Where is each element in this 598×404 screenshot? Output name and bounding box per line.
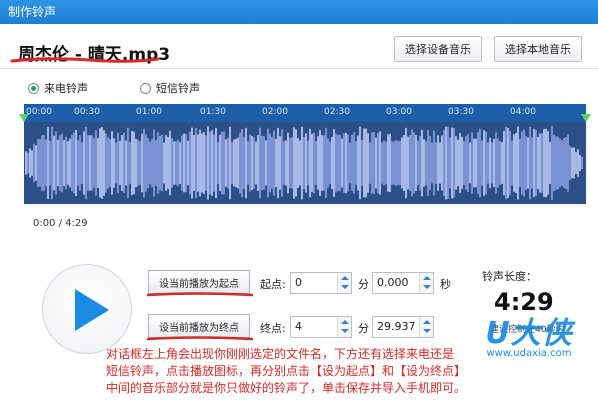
radio-call-label: 来电铃声 xyxy=(44,82,88,95)
tick-label: 04:00 xyxy=(510,107,536,117)
start-minutes-value: 0 xyxy=(295,276,302,289)
tick-label: 03:00 xyxy=(386,107,412,117)
annotation-line: 中间的音乐部分就是你只做好的铃声了，单击保存并导入手机即可。 xyxy=(106,381,467,395)
ringtone-length-label: 铃声长度： xyxy=(482,270,537,283)
waveform[interactable] xyxy=(24,122,586,204)
divider xyxy=(0,68,598,69)
end-minutes-value: 4 xyxy=(295,320,302,333)
end-label: 终点: xyxy=(260,322,286,335)
radio-call-ringtone[interactable]: 来电铃声 xyxy=(28,80,88,96)
tick-label: 03:30 xyxy=(448,107,474,117)
range-end-marker[interactable] xyxy=(581,114,591,122)
end-minutes-stepper[interactable]: 4 xyxy=(290,316,352,338)
choose-device-music-button[interactable]: 选择设备音乐 xyxy=(394,36,482,62)
radio-sms-ringtone[interactable]: 短信铃声 xyxy=(140,80,200,96)
file-name: 周杰伦 - 晴天.mp3 xyxy=(18,45,171,65)
start-label: 起点: xyxy=(260,278,286,291)
play-icon xyxy=(75,289,109,331)
minutes-unit: 分 xyxy=(358,278,369,291)
tick-label: 00:30 xyxy=(74,107,100,117)
radio-sms-label: 短信铃声 xyxy=(156,82,200,95)
playback-timecode: 0:00 / 4:29 xyxy=(33,218,88,229)
start-seconds-stepper[interactable]: 0.000 xyxy=(372,272,434,294)
start-seconds-value: 0.000 xyxy=(377,276,409,289)
set-end-button[interactable]: 设当前播放为终点 xyxy=(148,314,250,338)
radio-selected-icon xyxy=(28,82,39,94)
stepper-arrows-icon[interactable] xyxy=(419,317,433,337)
tick-label: 02:30 xyxy=(324,107,350,117)
stepper-arrows-icon[interactable] xyxy=(337,317,351,337)
stepper-arrows-icon[interactable] xyxy=(337,273,351,293)
play-button[interactable] xyxy=(42,264,132,354)
range-start-marker[interactable] xyxy=(19,114,29,122)
tick-label: 01:30 xyxy=(200,107,226,117)
start-minutes-stepper[interactable]: 0 xyxy=(290,272,352,294)
end-seconds-value: 29.937 xyxy=(377,320,416,333)
annotation-line: 对话框左上角会出现你刚刚选定的文件名，下方还有选择来电还是 xyxy=(106,347,455,361)
tick-label: 02:00 xyxy=(262,107,288,117)
tick-label: 00:00 xyxy=(26,107,52,117)
window-title: 制作铃声 xyxy=(0,0,598,24)
annotation-line: 短信铃声，点击播放图标，再分别点击【设为起点】和【设为终点】 xyxy=(106,364,467,378)
seconds-unit: 秒 xyxy=(440,278,451,291)
end-seconds-stepper[interactable]: 29.937 xyxy=(372,316,434,338)
choose-local-music-button[interactable]: 选择本地音乐 xyxy=(494,36,582,62)
waveform-graphic xyxy=(25,126,583,200)
minutes-unit: 分 xyxy=(358,322,369,335)
timeline-ruler[interactable]: 00:00 00:30 01:00 01:30 02:00 02:30 03:0… xyxy=(24,104,586,122)
set-start-button[interactable]: 设当前播放为起点 xyxy=(148,270,250,294)
stepper-arrows-icon[interactable] xyxy=(419,273,433,293)
tick-label: 01:00 xyxy=(136,107,162,117)
annotation-text: 对话框左上角会出现你刚刚选定的文件名，下方还有选择来电还是 短信铃声，点击播放图… xyxy=(106,346,596,397)
radio-unselected-icon xyxy=(140,82,151,94)
